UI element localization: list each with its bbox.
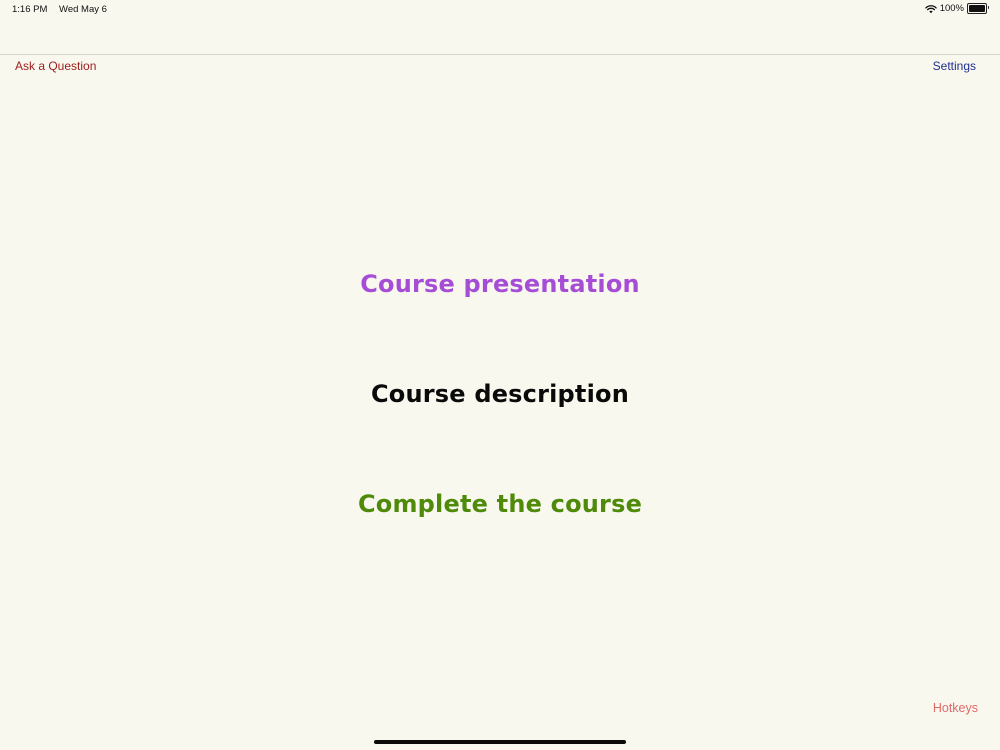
status-date: Wed May 6 <box>59 4 107 15</box>
nav-divider <box>0 54 1000 55</box>
status-right: 100% <box>924 3 989 14</box>
battery-icon <box>967 3 989 14</box>
battery-percent: 100% <box>939 3 964 14</box>
complete-course-button[interactable]: Complete the course <box>0 490 1000 518</box>
course-description-button[interactable]: Course description <box>0 380 1000 408</box>
hotkeys-button[interactable]: Hotkeys <box>933 701 978 715</box>
home-indicator[interactable] <box>374 740 626 744</box>
settings-button[interactable]: Settings <box>933 59 976 73</box>
ask-question-button[interactable]: Ask a Question <box>15 59 96 73</box>
battery-fill <box>969 5 985 12</box>
status-left: 1:16 PM Wed May 6 <box>12 4 107 15</box>
course-presentation-button[interactable]: Course presentation <box>0 270 1000 298</box>
wifi-icon <box>924 4 937 13</box>
status-time: 1:16 PM <box>12 4 48 15</box>
status-bar: 1:16 PM Wed May 6 100% <box>0 0 1000 20</box>
